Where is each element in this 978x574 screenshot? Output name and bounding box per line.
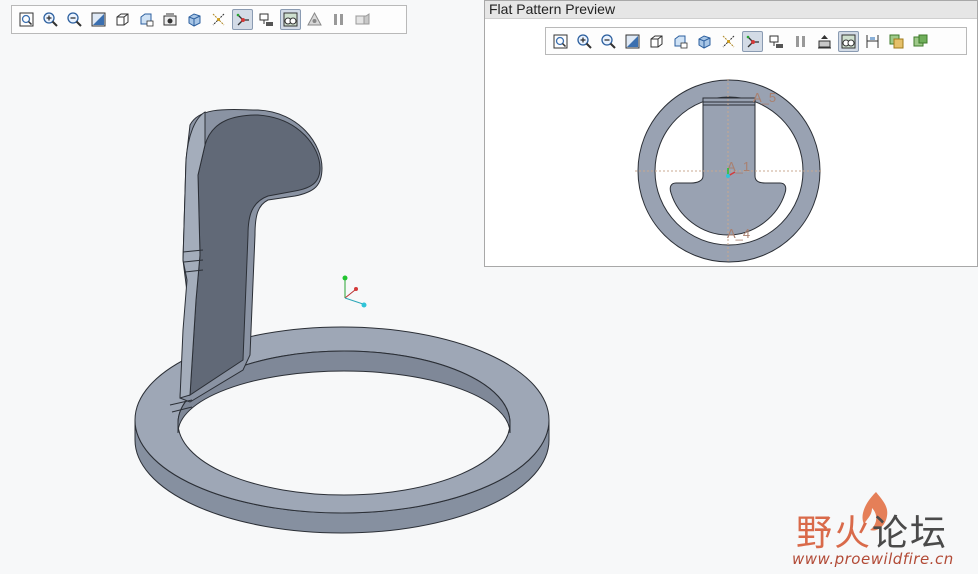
saved-views-icon[interactable] [136,9,157,30]
datum-label-a4: A_4 [727,226,750,241]
view-orientation-icon[interactable] [646,31,667,52]
dimension-icon[interactable] [862,31,883,52]
watermark-url: www.proewildfire.cn [792,550,954,568]
zoom-in-icon[interactable] [40,9,61,30]
datum-display-icon[interactable] [718,31,739,52]
view-manager-icon[interactable] [160,9,181,30]
flat-pattern-preview-panel: Flat Pattern Preview A_5 A_1 A_4 [484,0,978,267]
pause-icon[interactable] [328,9,349,30]
repaint-icon[interactable] [88,9,109,30]
appearance-icon[interactable] [838,30,859,52]
saved-views-icon[interactable] [670,31,691,52]
pause-icon[interactable] [790,31,811,52]
appearance-icon[interactable] [280,9,301,30]
zoom-out-icon[interactable] [598,31,619,52]
refit-icon[interactable] [550,31,571,52]
sheetmetal-highlight-icon[interactable] [304,9,325,30]
watermark-title: 野火论坛 [796,513,949,554]
spin-center-icon[interactable] [742,30,763,52]
lock-orientation-icon[interactable] [814,31,835,52]
datum-display-icon[interactable] [208,9,229,30]
flat-pattern-icon[interactable] [352,9,373,30]
datum-label-a5: A_5 [753,90,776,105]
repaint-icon[interactable] [622,31,643,52]
annotation-display-icon[interactable] [256,9,277,30]
zoom-out-icon[interactable] [64,9,85,30]
view-orientation-icon[interactable] [112,9,133,30]
zoom-in-icon[interactable] [574,31,595,52]
spin-center-icon[interactable] [232,9,253,30]
export-icon[interactable] [886,31,907,52]
preview-view-toolbar [545,27,967,55]
main-view-toolbar [11,5,407,34]
display-style-icon[interactable] [694,31,715,52]
display-style-icon[interactable] [184,9,205,30]
datum-label-a1: A_1 [727,159,750,174]
refit-icon[interactable] [16,9,37,30]
watermark-logo: 野火论坛 www.proewildfire.cn [788,490,973,570]
copy-icon[interactable] [910,31,931,52]
coordinate-triad-icon [342,275,367,308]
annotation-display-icon[interactable] [766,31,787,52]
